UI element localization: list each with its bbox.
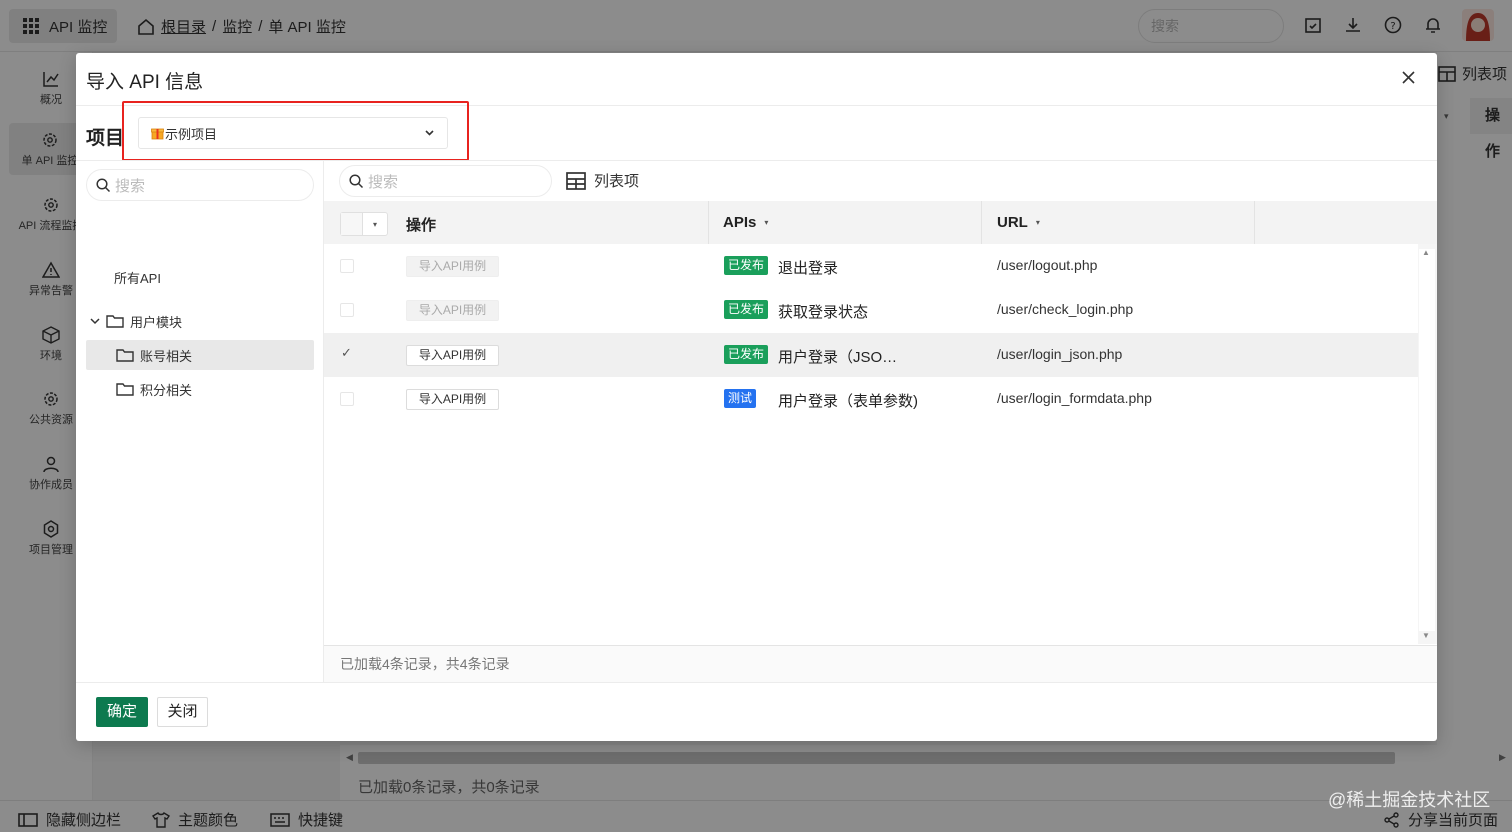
folder-icon <box>116 349 134 362</box>
check-icon[interactable]: ✓ <box>341 345 352 361</box>
tree-search-placeholder: 搜索 <box>115 177 146 195</box>
api-tree-pane: 搜索 所有API 用户模块 账号相关 积分相关 <box>76 160 324 682</box>
caret-down-icon[interactable]: ▾ <box>764 218 768 227</box>
column-divider[interactable] <box>708 201 709 244</box>
confirm-button[interactable]: 确定 <box>96 697 148 727</box>
column-header-op: 操作 <box>406 214 436 235</box>
tree-item-user-module[interactable]: 用户模块 <box>90 306 182 336</box>
tree-item-points[interactable]: 积分相关 <box>116 374 192 404</box>
tree-item-label: 用户模块 <box>130 314 183 330</box>
status-badge: 测试 <box>724 389 757 408</box>
table-row[interactable]: ✓ 导入API用例 已发布 用户登录（JSO… /user/login_json… <box>324 333 1418 377</box>
column-header-url[interactable]: URL ▾ <box>997 214 1040 231</box>
row-checkbox[interactable] <box>340 392 354 406</box>
scroll-down-icon[interactable]: ▼ <box>1422 631 1430 640</box>
tree-item-account[interactable]: 账号相关 <box>86 340 314 370</box>
list-columns-button[interactable]: 列表项 <box>566 170 639 191</box>
column-header-label: 操作 <box>406 217 437 234</box>
import-case-button[interactable]: 导入API用例 <box>406 345 499 366</box>
scroll-up-icon[interactable]: ▲ <box>1422 248 1430 257</box>
status-badge: 已发布 <box>724 300 769 319</box>
folder-icon <box>106 315 124 328</box>
status-badge: 已发布 <box>724 345 769 364</box>
api-name: 退出登录 <box>778 260 839 277</box>
table-row[interactable]: 导入API用例 测试 用户登录（表单参数) /user/login_formda… <box>324 377 1418 421</box>
column-divider[interactable] <box>1254 201 1255 244</box>
api-url: /user/login_json.php <box>997 346 1123 362</box>
grid-header: ▾ 操作 APIs ▾ URL ▾ <box>324 201 1437 244</box>
tree-item-label: 所有API <box>114 270 161 286</box>
import-case-button[interactable]: 导入API用例 <box>406 300 499 321</box>
column-header-label: APIs <box>723 214 757 231</box>
column-divider[interactable] <box>981 201 982 244</box>
api-url: /user/logout.php <box>997 257 1098 273</box>
tree-item-all-api[interactable]: 所有API <box>114 262 161 292</box>
dialog-title: 导入 API 信息 <box>86 72 204 93</box>
row-checkbox[interactable] <box>340 259 354 273</box>
project-label: 项目 <box>86 128 125 149</box>
grid-search-placeholder: 搜索 <box>368 173 399 191</box>
folder-icon <box>116 383 134 396</box>
api-url: /user/check_login.php <box>997 301 1134 317</box>
divider <box>76 682 1437 683</box>
list-columns-label: 列表项 <box>594 173 640 190</box>
import-case-button[interactable]: 导入API用例 <box>406 256 499 277</box>
grid-records-count: 已加载4条记录，共4条记录 <box>324 645 1437 682</box>
close-button[interactable]: 关闭 <box>157 697 208 727</box>
grid-search-input[interactable]: 搜索 <box>339 165 552 197</box>
api-name: 用户登录（表单参数) <box>778 393 918 410</box>
status-badge: 已发布 <box>724 256 769 275</box>
close-icon[interactable] <box>1398 67 1418 87</box>
search-icon <box>96 177 111 192</box>
import-api-dialog: 导入 API 信息 项目 示例项目 搜索 所有API 用户模块 账号相关 积分相 <box>76 53 1437 741</box>
table-row[interactable]: 导入API用例 已发布 获取登录状态 /user/check_login.php <box>324 288 1418 332</box>
table-row[interactable]: 导入API用例 已发布 退出登录 /user/logout.php <box>324 244 1418 288</box>
api-name: 获取登录状态 <box>778 304 869 321</box>
tree-item-label: 积分相关 <box>140 382 193 398</box>
table-icon <box>566 171 586 190</box>
api-name: 用户登录（JSO… <box>778 349 898 366</box>
api-url: /user/login_formdata.php <box>997 390 1152 406</box>
tree-search-input[interactable]: 搜索 <box>86 169 314 201</box>
api-grid: ▾ 操作 APIs ▾ URL ▾ 导入API用例 已发布 退出登录 /user… <box>324 201 1437 645</box>
watermark: @稀土掘金技术社区 <box>1328 790 1491 810</box>
row-checkbox[interactable] <box>340 303 354 317</box>
scrollbar-thumb[interactable] <box>1419 249 1435 631</box>
search-icon <box>349 173 364 188</box>
select-all-checkbox[interactable]: ▾ <box>340 212 388 236</box>
chevron-down-icon[interactable] <box>90 316 100 326</box>
caret-down-icon[interactable]: ▾ <box>1036 218 1040 227</box>
import-case-button[interactable]: 导入API用例 <box>406 389 499 410</box>
column-header-label: URL <box>997 214 1028 231</box>
highlight-annotation <box>122 101 469 161</box>
caret-down-icon[interactable]: ▾ <box>363 220 387 229</box>
tree-item-label: 账号相关 <box>140 348 193 364</box>
column-header-apis[interactable]: APIs ▾ <box>723 214 768 231</box>
